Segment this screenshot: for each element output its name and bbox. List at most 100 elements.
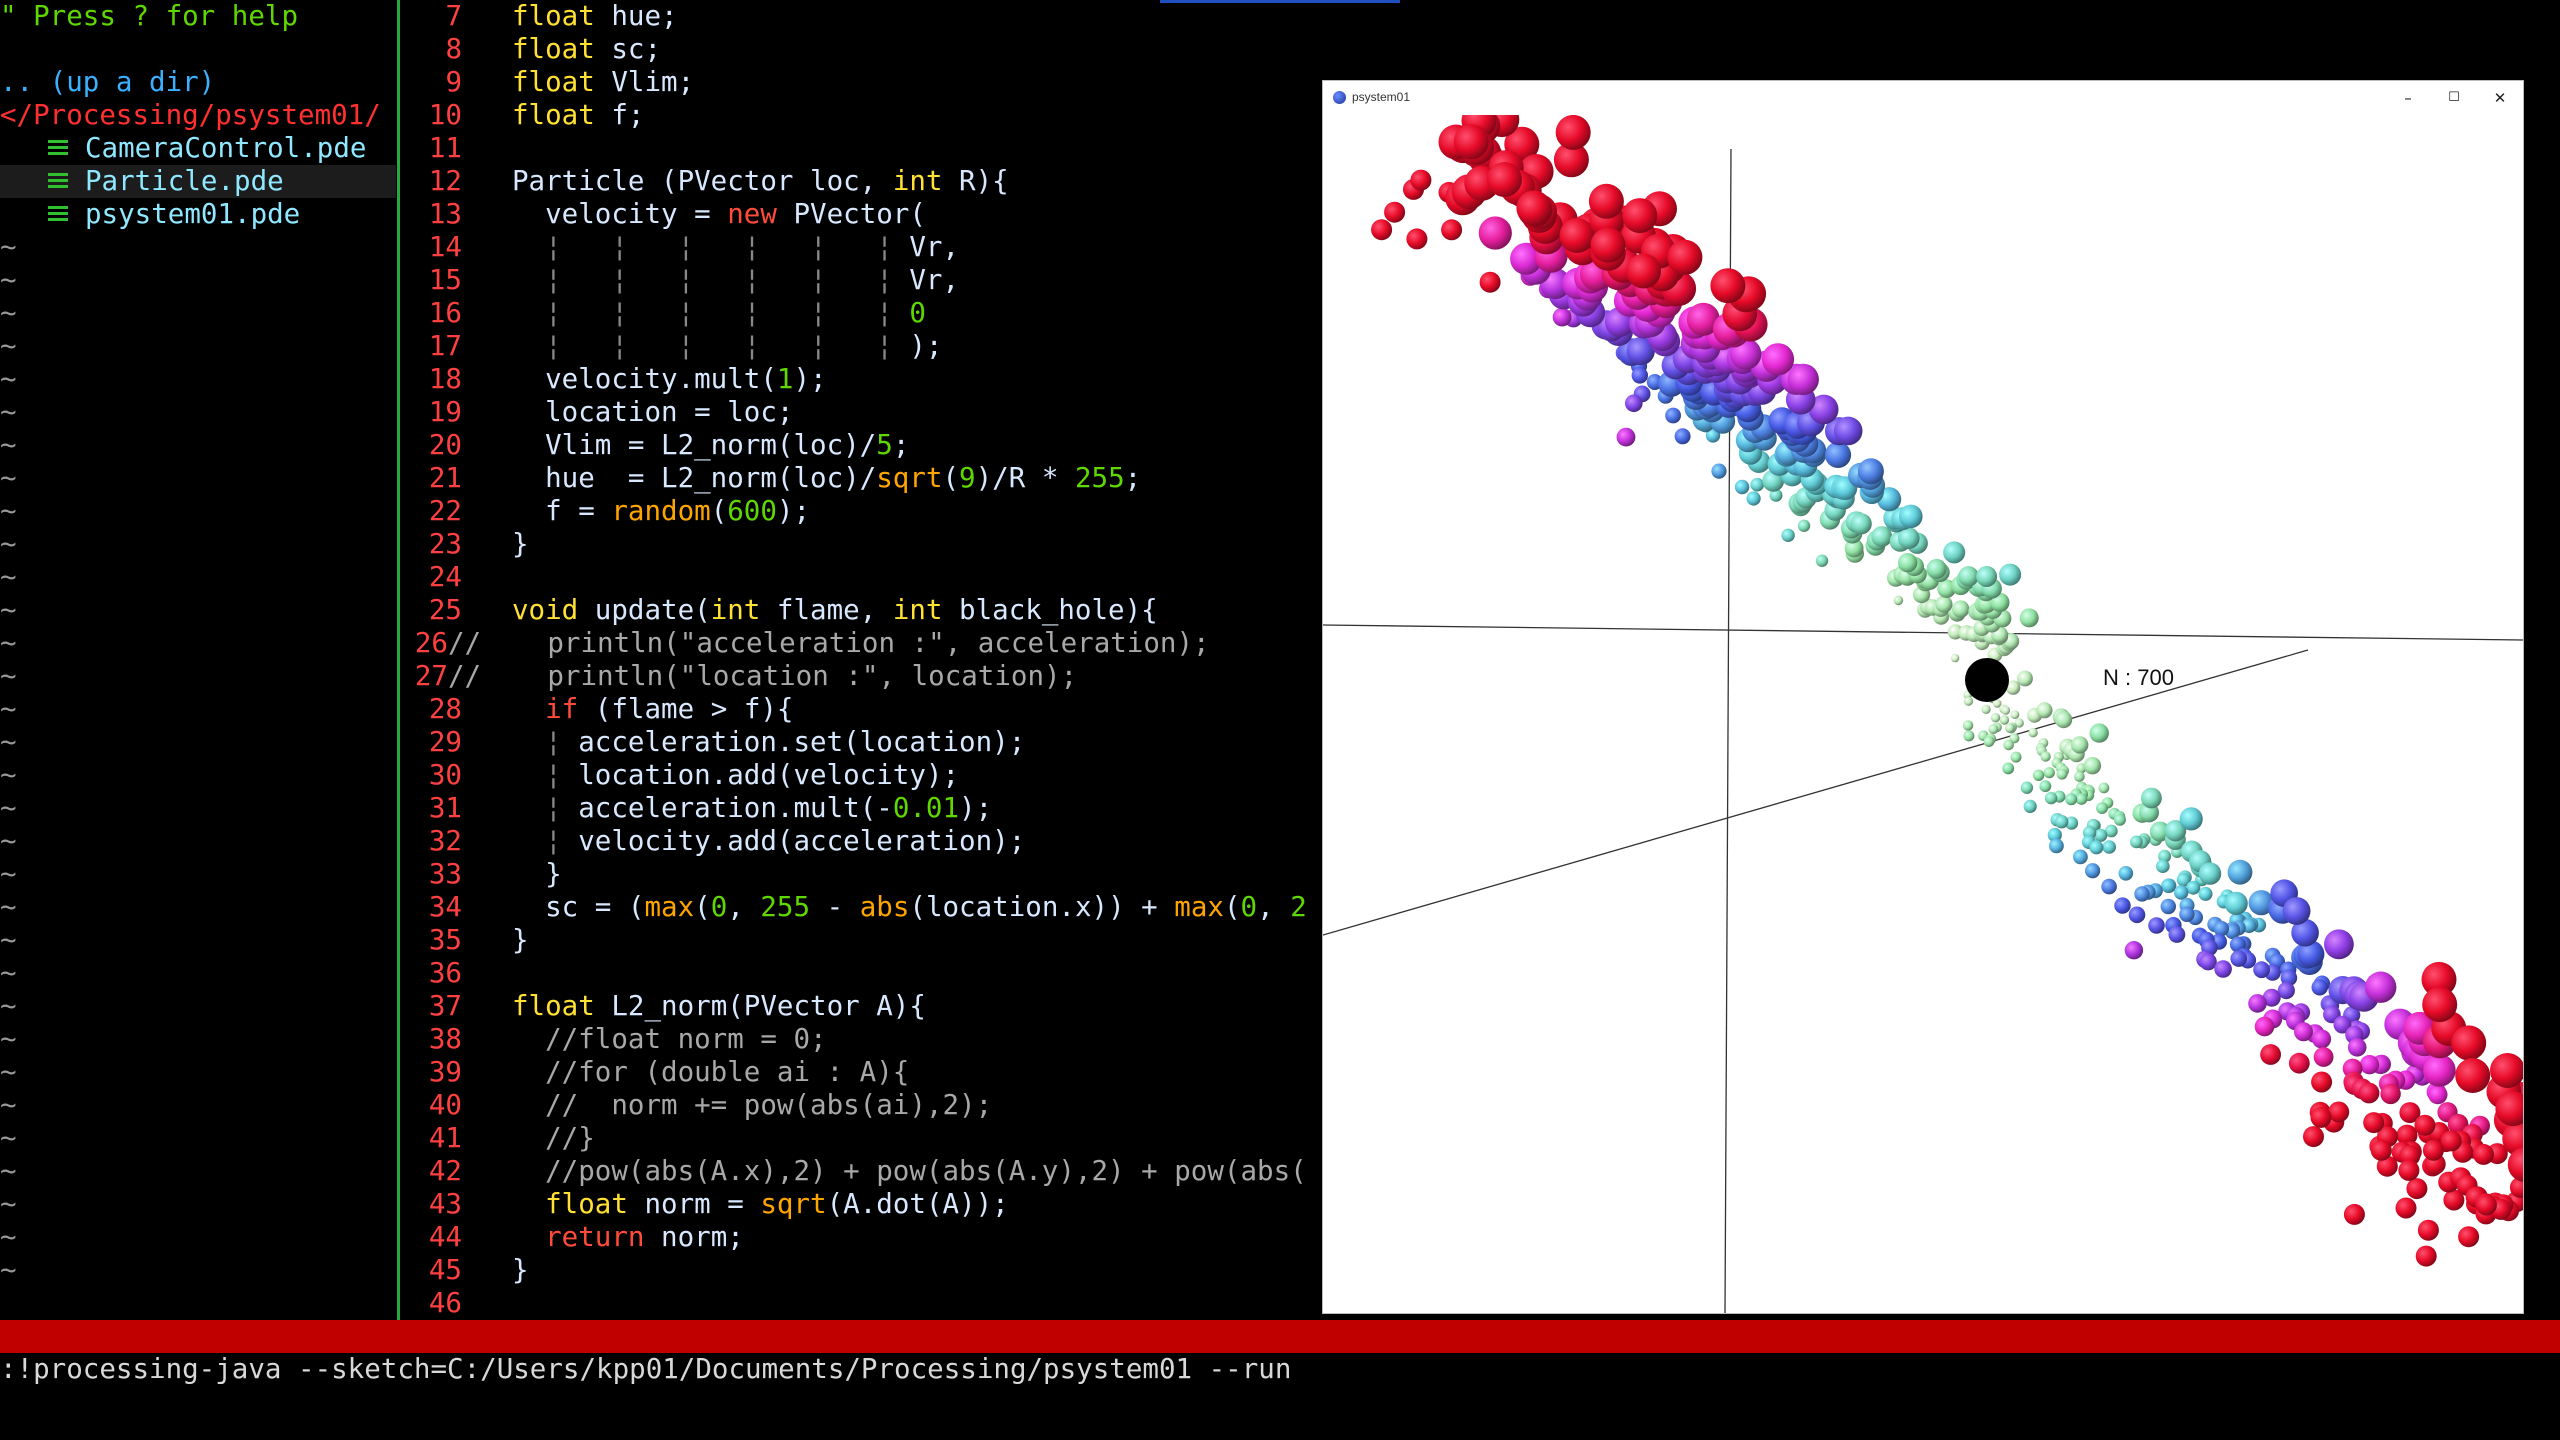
sketch-canvas[interactable]: N : 700 <box>1323 115 2523 1313</box>
code-text: // println("location :", location); <box>448 660 1077 692</box>
file-tree-pane[interactable]: " Press ? for help .. (up a dir) </Proce… <box>0 0 396 1320</box>
code-token: int <box>892 594 943 626</box>
code-line[interactable]: 23} <box>400 528 1320 561</box>
empty-line-marker: ~ <box>0 231 17 263</box>
code-line[interactable]: 25 void update(int flame, int black_hole)… <box>400 594 1320 627</box>
code-line[interactable]: 38 //float norm = 0; <box>400 1023 1320 1056</box>
tree-current-path[interactable]: </Processing/psystem01/ <box>0 99 396 132</box>
command-line[interactable]: :!processing-java --sketch=C:/Users/kpp0… <box>0 1352 1291 1386</box>
code-line[interactable]: 35} <box>400 924 1320 957</box>
particle <box>1833 416 1863 446</box>
particle <box>2458 1226 2480 1248</box>
code-line[interactable]: 27// println("location :", location); <box>400 660 1320 693</box>
code-text: void update(int flame, int black_hole){ <box>476 594 1158 626</box>
close-button[interactable]: ✕ <box>2477 81 2523 115</box>
minimize-button[interactable]: – <box>2385 81 2431 115</box>
particle <box>2253 961 2270 979</box>
particle <box>2017 670 2033 687</box>
code-token: } <box>512 528 529 560</box>
particle <box>1761 343 1795 376</box>
line-number: 19 <box>428 396 462 428</box>
code-line[interactable]: 16 ¦ ¦ ¦ ¦ ¦ ¦ 0 <box>400 297 1320 330</box>
code-line[interactable]: 39 //for (double ai : A){ <box>400 1056 1320 1089</box>
particle <box>2473 1143 2494 1165</box>
code-line[interactable]: 10 float f; <box>400 99 1320 132</box>
line-number: 39 <box>428 1056 462 1088</box>
line-number: 9 <box>445 66 462 98</box>
code-token: sqrt <box>876 462 943 494</box>
code-line[interactable]: 32 ¦ velocity.add(acceleration); <box>400 825 1320 858</box>
line-number: 22 <box>428 495 462 527</box>
code-line[interactable]: 7 float hue; <box>400 0 1320 33</box>
code-line[interactable]: 22 f = random(600); <box>400 495 1320 528</box>
sketch-title-bar[interactable]: psystem01 – ☐ ✕ <box>1323 81 2523 115</box>
code-line[interactable]: 14 ¦ ¦ ¦ ¦ ¦ ¦ Vr, <box>400 231 1320 264</box>
code-line[interactable]: 11 <box>400 132 1320 165</box>
code-line[interactable]: 40 // norm += pow(abs(ai),2); <box>400 1089 1320 1122</box>
particle <box>1950 653 1960 663</box>
code-token: f = <box>512 495 612 527</box>
code-line[interactable]: 9 float Vlim; <box>400 66 1320 99</box>
particle <box>2310 1106 2332 1128</box>
particle <box>1590 227 1626 263</box>
code-line[interactable]: 21 hue = L2_norm(loc)/sqrt(9)/R * 255; <box>400 462 1320 495</box>
particle <box>1665 407 1681 424</box>
particle <box>2001 706 2011 715</box>
tree-file-item[interactable]: psystem01.pde <box>0 198 396 231</box>
empty-line-marker: ~ <box>0 693 17 725</box>
code-line[interactable]: 34 sc = (max(0, 255 - abs(location.x)) +… <box>400 891 1320 924</box>
code-text: ¦ ¦ ¦ ¦ ¦ ¦ Vr, <box>476 231 959 263</box>
code-line[interactable]: 26// println("acceleration :", accelerat… <box>400 627 1320 660</box>
code-line[interactable]: 20 Vlim = L2_norm(loc)/5; <box>400 429 1320 462</box>
code-line[interactable]: 43 float norm = sqrt(A.dot(A)); <box>400 1188 1320 1221</box>
code-line[interactable]: 12 Particle (PVector loc, int R){ <box>400 165 1320 198</box>
code-line[interactable]: 19 location = loc; <box>400 396 1320 429</box>
particle <box>2224 891 2248 916</box>
code-line[interactable]: 30 ¦ location.add(velocity); <box>400 759 1320 792</box>
tree-file-item[interactable]: CameraControl.pde <box>0 132 396 165</box>
tree-up-dir[interactable]: .. (up a dir) <box>0 66 396 99</box>
empty-line-marker: ~ <box>0 858 17 890</box>
code-line[interactable]: 31 ¦ acceleration.mult(-0.01); <box>400 792 1320 825</box>
code-line[interactable]: 42 //pow(abs(A.x),2) + pow(abs(A.y),2) +… <box>400 1155 1320 1188</box>
code-line[interactable]: 29 ¦ acceleration.set(location); <box>400 726 1320 759</box>
code-line[interactable]: 15 ¦ ¦ ¦ ¦ ¦ ¦ Vr, <box>400 264 1320 297</box>
code-line[interactable]: 18 velocity.mult(1); <box>400 363 1320 396</box>
file-icon <box>48 140 68 157</box>
code-line[interactable]: 17 ¦ ¦ ¦ ¦ ¦ ¦ ); <box>400 330 1320 363</box>
code-line[interactable]: 13 velocity = new PVector( <box>400 198 1320 231</box>
empty-line-marker: ~ <box>0 627 17 659</box>
code-line[interactable]: 24 <box>400 561 1320 594</box>
empty-line-marker: ~ <box>0 825 17 857</box>
maximize-button[interactable]: ☐ <box>2431 81 2477 115</box>
code-token: if <box>545 693 579 725</box>
particle <box>1555 115 1591 150</box>
line-number: 21 <box>428 462 462 494</box>
tree-file-item[interactable]: Particle.pde <box>0 165 396 198</box>
particle <box>2230 950 2247 967</box>
code-line[interactable]: 45} <box>400 1254 1320 1287</box>
particle <box>2347 1038 2367 1057</box>
line-number: 34 <box>428 891 462 923</box>
particle <box>2124 941 2144 960</box>
code-line[interactable]: 46 <box>400 1287 1320 1320</box>
code-line[interactable]: 33 } <box>400 858 1320 891</box>
line-number: 42 <box>428 1155 462 1187</box>
code-line[interactable]: 28 if (flame > f){ <box>400 693 1320 726</box>
particle <box>2328 1101 2350 1123</box>
particle <box>2311 1071 2333 1093</box>
code-token: ; <box>1124 462 1142 494</box>
code-line[interactable]: 41 //} <box>400 1122 1320 1155</box>
code-line[interactable]: 44 return norm; <box>400 1221 1320 1254</box>
particle <box>1963 696 1974 706</box>
particle <box>2313 1047 2334 1067</box>
code-editor-pane[interactable]: 7 float hue; 8 float sc; 9 float Vlim; 10 float… <box>400 0 1320 1320</box>
particle <box>1479 271 1501 293</box>
code-line[interactable]: 36 <box>400 957 1320 990</box>
sketch-window[interactable]: psystem01 – ☐ ✕ N : 700 <box>1322 80 2524 1314</box>
code-line[interactable]: 8 float sc; <box>400 33 1320 66</box>
code-text: //pow(abs(A.x),2) + pow(abs(A.y),2) + po… <box>476 1155 1307 1187</box>
empty-line-marker: ~ <box>0 957 17 989</box>
code-line[interactable]: 37 float L2_norm(PVector A){ <box>400 990 1320 1023</box>
